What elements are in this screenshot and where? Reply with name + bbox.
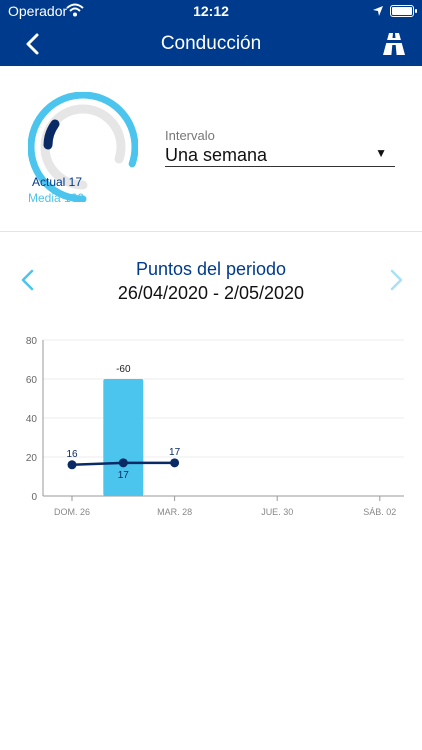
x-tick-label: JUE. 30	[261, 507, 293, 517]
gauge-actual-label: Actual 17	[32, 175, 83, 189]
section-divider	[0, 231, 422, 232]
period-date-range: 26/04/2020 - 2/05/2020	[117, 283, 305, 303]
y-tick-label: 40	[26, 414, 38, 425]
x-tick-label: DOM. 26	[54, 507, 90, 517]
line-point	[170, 458, 180, 468]
road-button[interactable]	[380, 30, 408, 58]
interval-selected-value: Una semana	[165, 145, 268, 165]
point-value-label: 17	[169, 447, 181, 458]
interval-label: Intervalo	[165, 128, 215, 143]
x-tick-label: MAR. 28	[157, 507, 192, 517]
road-icon	[383, 33, 405, 55]
period-title: Puntos del periodo	[135, 259, 287, 279]
status-bar: Operador 12:12	[0, 0, 422, 22]
app-screen: Operador 12:12 Conducción Actual 17 Medi	[0, 0, 422, 750]
clock-time: 12:12	[193, 3, 229, 19]
x-tick-label: SÁB. 02	[363, 507, 396, 517]
y-tick-label: 20	[26, 453, 38, 464]
line-point	[118, 458, 128, 468]
interval-dropdown[interactable]: Una semana ▼	[165, 143, 395, 167]
points-chart: 0 20 40 60 80 DOM. 26 MAR. 28 JUE. 30 SÁB. 02 -60…	[26, 336, 404, 517]
y-tick-label: 80	[26, 336, 38, 347]
y-tick-label: 60	[26, 375, 38, 386]
page-title: Conducción	[160, 33, 262, 54]
navigation-bar: Conducción	[0, 22, 422, 66]
point-value-label: 16	[66, 449, 78, 460]
battery-icon	[390, 5, 417, 17]
gauge-average-label: Media 100	[28, 191, 85, 205]
chevron-right-icon	[390, 269, 403, 291]
y-tick-label: 0	[31, 492, 37, 503]
line-point	[67, 460, 77, 470]
bar-value-label: -60	[116, 364, 131, 375]
location-icon	[372, 4, 384, 20]
caret-down-icon: ▼	[375, 146, 387, 160]
point-value-label: 17	[118, 470, 130, 481]
next-period-button[interactable]	[386, 268, 406, 292]
